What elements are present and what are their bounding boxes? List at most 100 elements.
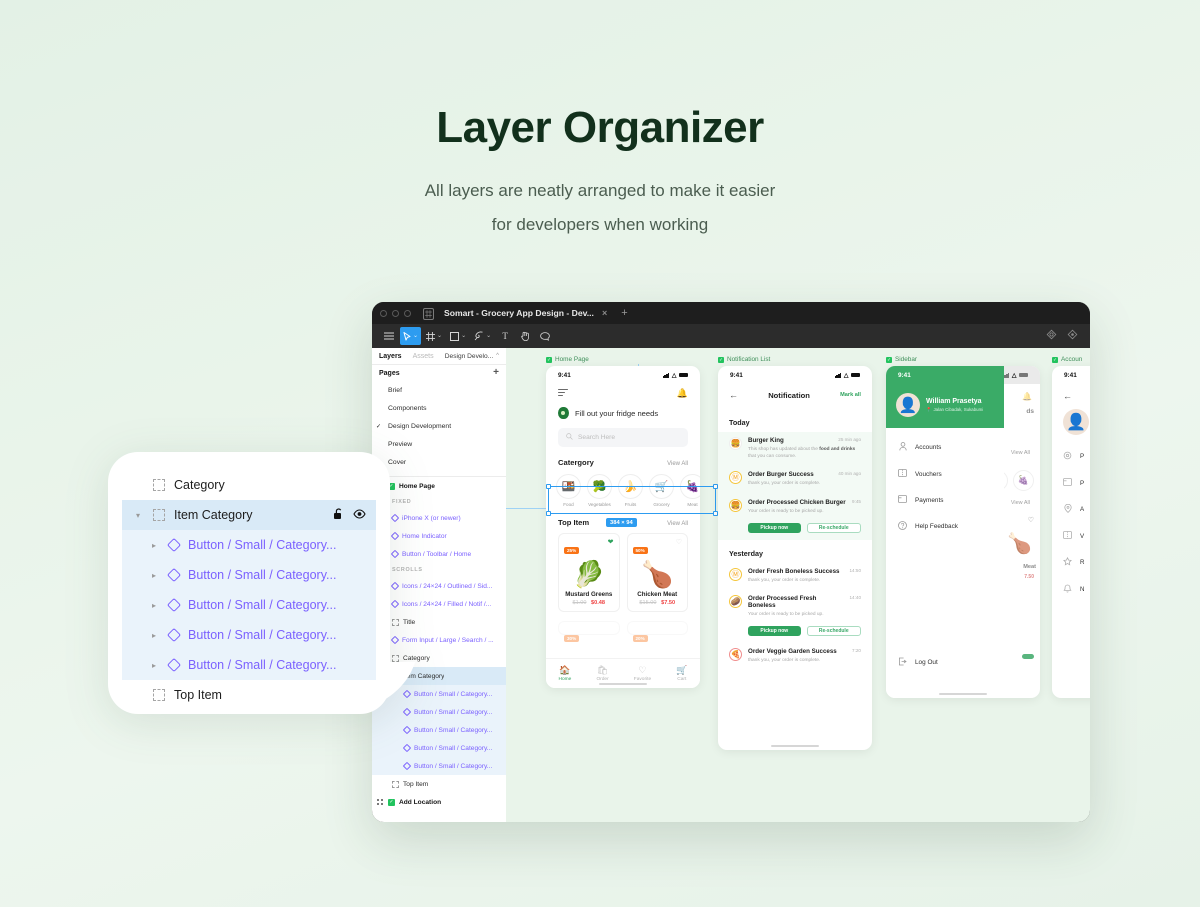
bell-icon[interactable]: 🔔: [677, 388, 688, 399]
mark-all-link[interactable]: Mark all: [840, 392, 861, 398]
tab-favorite[interactable]: ♡ Favorite: [634, 665, 651, 682]
frame-label-notification-list[interactable]: ✓ Notification List: [718, 356, 770, 363]
chevron-down-icon[interactable]: ▾: [132, 511, 144, 520]
pen-tool-button[interactable]: ⌄: [471, 327, 494, 345]
layer-row-icons-filled-notif[interactable]: Icons / 24×24 / Filled / Notif /...: [372, 595, 506, 613]
page-item-design-development[interactable]: ✓ Design Development: [372, 417, 506, 435]
frame-tool-caret-icon[interactable]: ⌄: [437, 333, 442, 339]
chevron-right-icon[interactable]: ▸: [148, 661, 160, 670]
page-selector[interactable]: Design Develo... ^: [445, 353, 499, 360]
tab-home[interactable]: 🏠 Home: [559, 665, 572, 682]
layer-row-icons-outlined-sidebar[interactable]: Icons / 24×24 / Outlined / Sid...: [372, 577, 506, 595]
layer-row-button-toolbar-home[interactable]: Button / Toolbar / Home: [372, 545, 506, 563]
layer-row-home-page[interactable]: ✓ Home Page: [372, 477, 506, 495]
layer-row-button-small-category-5[interactable]: Button / Small / Category...: [372, 757, 506, 775]
notification-item-order-veggie-garden-success[interactable]: 🍕 Order Veggie Garden Success 7:20 thank…: [718, 643, 872, 670]
layer-row-home-indicator[interactable]: Home Indicator: [372, 527, 506, 545]
hand-tool-button[interactable]: [516, 327, 534, 345]
comment-tool-button[interactable]: [536, 327, 554, 345]
product-card-chicken-meat[interactable]: 50% ♡ 🍗 Chicken Meat $15.00 $7.50: [626, 533, 688, 612]
main-menu-button[interactable]: [380, 327, 398, 345]
callout-row-button-small-category-3[interactable]: ▸ Button / Small / Category...: [122, 590, 376, 620]
category-item-meat[interactable]: 🍇 Meat: [680, 474, 700, 507]
re-schedule-button[interactable]: Re-schedule: [806, 626, 861, 637]
add-page-button[interactable]: +: [493, 368, 499, 378]
layer-row-form-input-search[interactable]: Form Input / Large / Search / ...: [372, 631, 506, 649]
shape-tool-button[interactable]: ⌄: [447, 327, 469, 345]
layer-row-button-small-category-2[interactable]: Button / Small / Category...: [372, 703, 506, 721]
maximize-window-icon[interactable]: [404, 309, 411, 317]
chevron-right-icon[interactable]: ▸: [148, 541, 160, 550]
page-item-components[interactable]: Components: [372, 399, 506, 417]
figma-canvas[interactable]: ✓ Home Page 9:41 △ 🔔 Fill out your fridg…: [506, 348, 1090, 822]
tab-order[interactable]: 🛍 Order: [596, 665, 608, 682]
phone-notification-list[interactable]: 9:41 △ ← Notification Mark all Today 🍔 B…: [718, 366, 872, 750]
product-card-mustard-greens[interactable]: 25% ❤ 🥬 Mustard Greens $1.00 $0.48: [558, 533, 620, 612]
callout-row-button-small-category-5[interactable]: ▸ Button / Small / Category...: [122, 650, 376, 680]
new-tab-button[interactable]: +: [621, 307, 627, 319]
category-view-all-link[interactable]: View All: [667, 461, 688, 467]
callout-row-button-small-category-1[interactable]: ▸ Button / Small / Category...: [122, 530, 376, 560]
file-tab[interactable]: Somart - Grocery App Design - Dev... ×: [444, 308, 607, 318]
search-input[interactable]: Search Here: [558, 428, 688, 447]
notification-item-burger-king[interactable]: 🍔 Burger King 25 min ago This shop has u…: [718, 432, 872, 466]
frame-label-home-page[interactable]: ✓ Home Page: [546, 356, 589, 363]
sidebar-item-payments[interactable]: Payments: [886, 487, 1004, 513]
layer-row-button-small-category-3[interactable]: Button / Small / Category...: [372, 721, 506, 739]
phone-home-page[interactable]: 9:41 △ 🔔 Fill out your fridge needs Sear…: [546, 366, 700, 688]
hamburger-menu-icon[interactable]: [558, 388, 568, 399]
frame-tool-button[interactable]: ⌄: [423, 327, 445, 345]
sidebar-item-logout[interactable]: Log Out: [886, 649, 938, 676]
heart-icon[interactable]: ♡: [676, 538, 682, 546]
sidebar-profile[interactable]: 👤 William Prasetya 📍 Jalan Cibadak, Suka…: [886, 384, 1004, 417]
chevron-right-icon[interactable]: ▸: [148, 601, 160, 610]
re-schedule-button[interactable]: Re-schedule: [806, 522, 861, 533]
notification-item-order-processed-fresh-boneless[interactable]: 🥔 Order Processed Fresh Boneless 14:40 Y…: [718, 590, 872, 624]
layer-row-top-item[interactable]: Top Item: [372, 775, 506, 793]
sidebar-item-accounts[interactable]: Accounts: [886, 434, 1004, 461]
shape-tool-caret-icon[interactable]: ⌄: [461, 333, 466, 339]
callout-row-button-small-category-2[interactable]: ▸ Button / Small / Category...: [122, 560, 376, 590]
sidebar-item-vouchers[interactable]: Vouchers: [886, 461, 1004, 487]
account-item-settings[interactable]: P: [1052, 443, 1090, 470]
category-item-grocery[interactable]: 🛒 Grocery: [649, 474, 674, 507]
category-item-vegetables[interactable]: 🥦 Vegetables: [587, 474, 612, 507]
phone-sidebar[interactable]: 9:41 △ 🔔 ds View All 🛒 🍇 View All ♡ 🍗: [886, 366, 1040, 698]
phone-account[interactable]: 9:41 ← 👤 P P A V R N: [1052, 366, 1090, 698]
account-item-payments[interactable]: P: [1052, 470, 1090, 496]
account-item-notification[interactable]: N: [1052, 576, 1090, 603]
pickup-now-button[interactable]: Pickup now: [748, 626, 801, 637]
callout-row-button-small-category-4[interactable]: ▸ Button / Small / Category...: [122, 620, 376, 650]
layer-row-iphone-x[interactable]: iPhone X (or newer): [372, 509, 506, 527]
category-item-fruits[interactable]: 🍌 Fruits: [618, 474, 643, 507]
chevron-right-icon[interactable]: ▸: [148, 631, 160, 640]
close-tab-icon[interactable]: ×: [602, 308, 607, 318]
tab-assets[interactable]: Assets: [413, 353, 434, 360]
pen-tool-caret-icon[interactable]: ⌄: [486, 333, 491, 339]
close-window-icon[interactable]: [380, 309, 387, 317]
page-item-brief[interactable]: Brief: [372, 381, 506, 399]
window-controls[interactable]: [380, 309, 411, 317]
back-arrow-icon[interactable]: ←: [1052, 384, 1090, 401]
category-item-food[interactable]: 🍱 Food: [556, 474, 581, 507]
layer-row-add-location[interactable]: ✓ Add Location: [372, 793, 506, 811]
frame-label-account[interactable]: ✓ Accoun: [1052, 356, 1082, 363]
page-item-preview[interactable]: Preview: [372, 435, 506, 453]
notification-item-order-burger-success[interactable]: Ⓜ Order Burger Success 40 min ago thank …: [718, 466, 872, 493]
notification-item-order-fresh-boneless-success[interactable]: Ⓜ Order Fresh Boneless Success 14:50 tha…: [718, 563, 872, 590]
text-tool-button[interactable]: T: [496, 327, 514, 345]
frame-label-sidebar[interactable]: ✓ Sidebar: [886, 356, 917, 363]
eye-icon[interactable]: [353, 508, 366, 522]
notification-item-order-processed-chicken-burger[interactable]: 🍔 Order Processed Chicken Burger 9:45 Yo…: [718, 494, 872, 521]
unlock-icon[interactable]: [333, 507, 344, 523]
move-tool-button[interactable]: ⌄: [400, 327, 422, 345]
chevron-right-icon[interactable]: ▸: [148, 571, 160, 580]
tab-cart[interactable]: 🛒 Cart: [676, 665, 687, 682]
account-item-address[interactable]: A: [1052, 496, 1090, 523]
minimize-window-icon[interactable]: [392, 309, 399, 317]
tab-layers[interactable]: Layers: [379, 353, 402, 360]
callout-row-category[interactable]: Category: [122, 470, 376, 500]
layer-row-title[interactable]: Title: [372, 613, 506, 631]
back-arrow-icon[interactable]: ←: [729, 390, 738, 400]
account-item-vouchers[interactable]: V: [1052, 523, 1090, 549]
